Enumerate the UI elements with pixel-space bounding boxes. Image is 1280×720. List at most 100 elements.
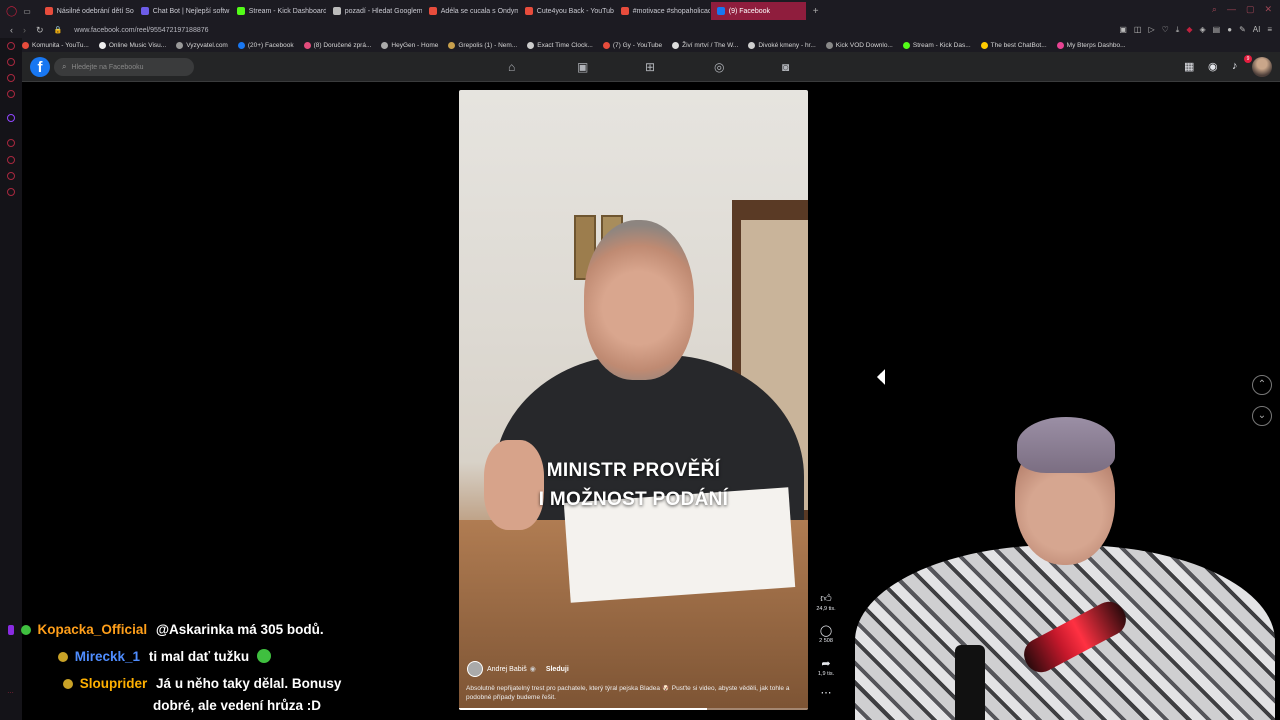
- minimize-button[interactable]: —: [1227, 4, 1236, 15]
- sidebar-bag-icon[interactable]: [7, 58, 15, 66]
- author-avatar[interactable]: [467, 661, 483, 677]
- forward-button[interactable]: ›: [23, 25, 26, 35]
- sidebar-clock-icon[interactable]: [7, 139, 15, 147]
- tab-label: Cute4you Back - YouTube: [536, 7, 614, 15]
- facebook-search-input[interactable]: ⌕ Hledejte na Facebooku: [54, 58, 194, 76]
- bookmark-item[interactable]: Kick VOD Downlo...: [825, 41, 893, 49]
- bookmark-item[interactable]: Vyzyvatel.com: [176, 41, 228, 49]
- facebook-logo-icon[interactable]: f: [30, 57, 50, 77]
- sidebar-history-icon[interactable]: [7, 42, 15, 50]
- nav-reels-icon[interactable]: ▣: [577, 60, 588, 74]
- like-button[interactable]: 👍︎ 24,9 tis.: [812, 592, 840, 612]
- bookmark-label: (8) Doručené zprá...: [313, 41, 372, 49]
- bookmark-item[interactable]: My Bterps Dashbo...: [1056, 41, 1126, 49]
- bookmark-item[interactable]: HeyGen - Home: [381, 41, 439, 49]
- emote-icon: [256, 649, 271, 663]
- sidebar-whatsapp-icon[interactable]: [7, 90, 15, 98]
- browser-tab[interactable]: Chat Bot | Nejlepší softw: [135, 2, 230, 20]
- sidebar-more-icon[interactable]: …: [7, 688, 15, 696]
- camera-icon[interactable]: ▣: [1119, 25, 1127, 35]
- bookmark-favicon-icon: [22, 41, 29, 49]
- menu-icon[interactable]: ≡: [1267, 25, 1272, 35]
- back-button[interactable]: ‹: [10, 25, 13, 35]
- maximize-button[interactable]: ▢: [1246, 4, 1255, 15]
- nav-marketplace-icon[interactable]: ⊞: [645, 60, 655, 74]
- chat-text: ti mal dať tužku: [148, 649, 250, 664]
- sidebar-messenger-icon[interactable]: [7, 74, 15, 82]
- comment-button[interactable]: ◯ 2 508: [812, 624, 840, 644]
- nav-groups-icon[interactable]: ◎: [714, 60, 724, 74]
- bookmark-item[interactable]: Grepolis (1) - Nem...: [448, 41, 517, 49]
- heart-icon[interactable]: ♡: [1162, 25, 1169, 35]
- reel-video[interactable]: MINISTR PROVĚŘÍ I MOŽNOST PODÁNÍ Andrej …: [459, 90, 808, 710]
- browser-tab[interactable]: (9) Facebook: [710, 2, 806, 20]
- nav-gaming-icon[interactable]: ◙: [782, 60, 789, 74]
- bookmark-item[interactable]: Stream - Kick Das...: [902, 41, 971, 49]
- messenger-icon[interactable]: ◉: [1208, 60, 1218, 73]
- share-button[interactable]: ➦ 1,9 tis.: [812, 657, 840, 677]
- previous-reel-button[interactable]: ⌃: [1252, 375, 1272, 395]
- bookmark-label: HeyGen - Home: [391, 41, 439, 49]
- address-bar-icons: ▣ ◫ ▷ ♡ ⤓ ◆ ◈ ▤ ● ✎ AI ≡: [1119, 25, 1272, 35]
- search-tabs-icon[interactable]: ⌕: [1212, 4, 1217, 15]
- url-field[interactable]: www.facebook.com/reel/955472197188876: [74, 27, 208, 34]
- chat-message: Mireckk_1 ti mal dať tužku: [58, 649, 271, 664]
- browser-tab[interactable]: Adéla se cucala s Ondym: [423, 2, 518, 20]
- bookmark-label: Stream - Kick Das...: [912, 41, 971, 49]
- opera-logo-icon[interactable]: ◯: [6, 6, 17, 17]
- browser-tab[interactable]: #motivace #shopaholicac: [615, 2, 710, 20]
- nav-home-icon[interactable]: ⌂: [508, 60, 515, 74]
- reel-progress-fill: [459, 708, 707, 710]
- tab-menu-icon[interactable]: ▭: [23, 7, 31, 16]
- download-icon[interactable]: ⤓: [1176, 25, 1180, 35]
- notifications-bell-icon[interactable]: ♪: [1232, 60, 1238, 72]
- bookmark-label: (7) Gy - YouTube: [612, 41, 663, 49]
- more-options-button[interactable]: ⋯: [812, 686, 840, 699]
- sidebar-twitch-icon[interactable]: [7, 114, 15, 122]
- bookmark-label: Divoké kmeny - hr...: [758, 41, 816, 49]
- pin-icon[interactable]: ✎: [1239, 25, 1246, 35]
- sidebar-download-icon[interactable]: [7, 172, 15, 180]
- menu-grid-icon[interactable]: ▦: [1184, 60, 1194, 73]
- reel-progress-bar[interactable]: [459, 708, 808, 710]
- bookmark-item[interactable]: Online Music Visu...: [98, 41, 166, 49]
- bookmark-item[interactable]: The best ChatBot...: [980, 41, 1047, 49]
- extension-icon[interactable]: ◆: [1186, 25, 1192, 35]
- bookmark-item[interactable]: (7) Gy - YouTube: [602, 41, 663, 49]
- bookmark-label: Komunita - YouTu...: [32, 41, 89, 49]
- follow-button[interactable]: Sleduji: [546, 666, 569, 673]
- vpn-icon[interactable]: ◈: [1200, 25, 1206, 35]
- author-name[interactable]: Andrej Babiš: [487, 666, 527, 673]
- browser-sidebar: …: [0, 38, 22, 720]
- bookmark-item[interactable]: (20+) Facebook: [237, 41, 294, 49]
- bookmark-favicon-icon: [825, 41, 833, 49]
- browser-tab[interactable]: pozadí - Hledat Googlem: [327, 2, 422, 20]
- profile-icon[interactable]: ●: [1227, 25, 1232, 35]
- tab-label: Stream - Kick Dashboard: [248, 7, 326, 15]
- play-icon[interactable]: ▷: [1148, 25, 1154, 35]
- browser-tab-bar: ◯ ▭ Násilné odebrání dětí Sou Chat Bot | …: [0, 0, 1280, 22]
- browser-tab[interactable]: Násilné odebrání dětí Sou: [39, 2, 134, 20]
- share-icon: ➦: [821, 658, 831, 670]
- sidebar-settings-icon[interactable]: [7, 188, 15, 196]
- browser-tab[interactable]: Cute4you Back - YouTube: [519, 2, 614, 20]
- ai-icon[interactable]: AI: [1253, 25, 1261, 35]
- bookmark-item[interactable]: (8) Doručené zprá...: [303, 41, 372, 49]
- bookmark-item[interactable]: Divoké kmeny - hr...: [748, 41, 816, 49]
- browser-tab[interactable]: Stream - Kick Dashboard: [231, 2, 326, 20]
- bookmark-item[interactable]: Komunita - YouTu...: [22, 41, 89, 49]
- sidebar-heart-icon[interactable]: [7, 156, 15, 164]
- bookmark-favicon-icon: [1056, 41, 1064, 49]
- tab-label: #motivace #shopaholicac: [632, 7, 710, 15]
- reload-button[interactable]: ↻: [36, 25, 44, 36]
- snapshot-icon[interactable]: ◫: [1134, 25, 1142, 35]
- bookmark-item[interactable]: Exact Time Clock...: [527, 41, 593, 49]
- bookmark-favicon-icon: [176, 41, 184, 49]
- close-window-button[interactable]: ✕: [1264, 4, 1272, 15]
- wallet-icon[interactable]: ▤: [1213, 25, 1221, 35]
- account-avatar[interactable]: [1252, 57, 1272, 77]
- bookmark-item[interactable]: Živí mrtví / The W...: [672, 41, 738, 49]
- comment-count: 2 508: [819, 638, 833, 644]
- new-tab-button[interactable]: +: [813, 6, 819, 17]
- notifications-badge: 9: [1244, 55, 1252, 63]
